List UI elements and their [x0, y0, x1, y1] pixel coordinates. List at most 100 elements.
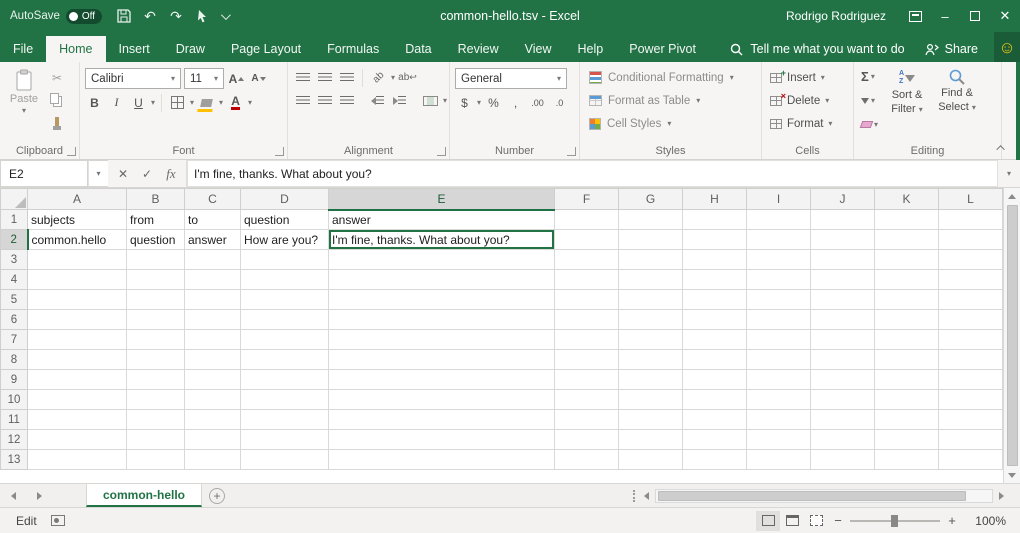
column-header-K[interactable]: K: [875, 189, 939, 210]
zoom-out-icon[interactable]: −: [828, 513, 848, 528]
tab-insert[interactable]: Insert: [106, 36, 163, 62]
cell-C12[interactable]: [185, 430, 241, 450]
cell-G9[interactable]: [619, 370, 683, 390]
cell-A1[interactable]: subjects: [28, 210, 127, 230]
row-header-7[interactable]: 7: [1, 330, 28, 350]
cell-I12[interactable]: [747, 430, 811, 450]
row-header-10[interactable]: 10: [1, 390, 28, 410]
tab-review[interactable]: Review: [445, 36, 512, 62]
cell-K3[interactable]: [875, 250, 939, 270]
cell-I8[interactable]: [747, 350, 811, 370]
cell-H4[interactable]: [683, 270, 747, 290]
font-size-combo[interactable]: 11 ▾: [184, 68, 224, 89]
row-header-5[interactable]: 5: [1, 290, 28, 310]
cell-I10[interactable]: [747, 390, 811, 410]
top-align-icon[interactable]: [293, 68, 312, 87]
cell-H9[interactable]: [683, 370, 747, 390]
tab-data[interactable]: Data: [392, 36, 444, 62]
align-right-icon[interactable]: [337, 91, 356, 110]
format-as-table-button[interactable]: Format as Table ▾: [585, 89, 756, 112]
cell-J9[interactable]: [811, 370, 875, 390]
scroll-down-icon[interactable]: [1004, 467, 1020, 483]
cell-F6[interactable]: [555, 310, 619, 330]
cell-I9[interactable]: [747, 370, 811, 390]
share-button[interactable]: Share: [915, 36, 988, 62]
cell-D6[interactable]: [241, 310, 329, 330]
cell-K5[interactable]: [875, 290, 939, 310]
zoom-in-icon[interactable]: +: [942, 513, 962, 528]
orientation-icon[interactable]: ab: [369, 68, 388, 87]
cell-L3[interactable]: [939, 250, 1003, 270]
cell-G2[interactable]: [619, 230, 683, 250]
cell-H12[interactable]: [683, 430, 747, 450]
view-page-break-icon[interactable]: [804, 511, 828, 531]
cell-B8[interactable]: [127, 350, 185, 370]
cell-I1[interactable]: [747, 210, 811, 230]
cell-D8[interactable]: [241, 350, 329, 370]
autosave-toggle[interactable]: AutoSave Off: [10, 9, 102, 24]
cell-K4[interactable]: [875, 270, 939, 290]
cell-C3[interactable]: [185, 250, 241, 270]
cell-E4[interactable]: [329, 270, 555, 290]
cell-A13[interactable]: [28, 450, 127, 470]
cell-H1[interactable]: [683, 210, 747, 230]
macro-record-icon[interactable]: [51, 515, 65, 526]
orientation-dropdown-icon[interactable]: ▾: [391, 74, 395, 82]
cell-A5[interactable]: [28, 290, 127, 310]
accounting-dropdown-icon[interactable]: ▾: [477, 99, 481, 107]
cell-J4[interactable]: [811, 270, 875, 290]
row-header-4[interactable]: 4: [1, 270, 28, 290]
cell-C8[interactable]: [185, 350, 241, 370]
cell-C11[interactable]: [185, 410, 241, 430]
borders-dropdown-icon[interactable]: ▾: [190, 99, 194, 107]
cell-G10[interactable]: [619, 390, 683, 410]
comma-style-icon[interactable]: ,: [506, 93, 525, 112]
cell-D13[interactable]: [241, 450, 329, 470]
tab-file[interactable]: File: [0, 36, 46, 62]
row-header-1[interactable]: 1: [1, 210, 28, 230]
sort-filter-button[interactable]: AZ Sort & Filter ▾: [884, 66, 930, 135]
cell-G6[interactable]: [619, 310, 683, 330]
cell-E2[interactable]: I'm fine, thanks. What about you?: [329, 230, 555, 250]
grow-font-icon[interactable]: A: [227, 69, 246, 88]
column-header-L[interactable]: L: [939, 189, 1003, 210]
cell-G4[interactable]: [619, 270, 683, 290]
cell-K12[interactable]: [875, 430, 939, 450]
font-color-icon[interactable]: A: [226, 93, 245, 112]
cell-A9[interactable]: [28, 370, 127, 390]
underline-button[interactable]: U: [129, 93, 148, 112]
cell-I6[interactable]: [747, 310, 811, 330]
cell-L7[interactable]: [939, 330, 1003, 350]
cell-A2[interactable]: common.hello: [28, 230, 127, 250]
cell-J3[interactable]: [811, 250, 875, 270]
save-icon[interactable]: [112, 3, 136, 29]
cell-E7[interactable]: [329, 330, 555, 350]
view-normal-icon[interactable]: [756, 511, 780, 531]
column-header-A[interactable]: A: [28, 189, 127, 210]
increase-indent-icon[interactable]: [390, 91, 409, 110]
cell-E8[interactable]: [329, 350, 555, 370]
cell-D12[interactable]: [241, 430, 329, 450]
cell-F8[interactable]: [555, 350, 619, 370]
feedback-button[interactable]: ☺: [994, 32, 1020, 62]
cell-B6[interactable]: [127, 310, 185, 330]
cell-A4[interactable]: [28, 270, 127, 290]
bold-button[interactable]: B: [85, 93, 104, 112]
cell-C5[interactable]: [185, 290, 241, 310]
bottom-align-icon[interactable]: [337, 68, 356, 87]
cell-L1[interactable]: [939, 210, 1003, 230]
cell-H7[interactable]: [683, 330, 747, 350]
delete-cells-button[interactable]: Delete ▾: [767, 89, 848, 112]
cell-C1[interactable]: to: [185, 210, 241, 230]
cell-K6[interactable]: [875, 310, 939, 330]
cell-L5[interactable]: [939, 290, 1003, 310]
increase-decimal-icon[interactable]: .00: [528, 93, 547, 112]
vertical-scrollbar[interactable]: [1003, 188, 1020, 483]
cell-L11[interactable]: [939, 410, 1003, 430]
wrap-text-icon[interactable]: ab: [398, 68, 417, 87]
formula-input[interactable]: I'm fine, thanks. What about you?: [187, 160, 998, 187]
cell-G8[interactable]: [619, 350, 683, 370]
row-header-12[interactable]: 12: [1, 430, 28, 450]
tab-power-pivot[interactable]: Power Pivot: [616, 36, 709, 62]
cell-J10[interactable]: [811, 390, 875, 410]
